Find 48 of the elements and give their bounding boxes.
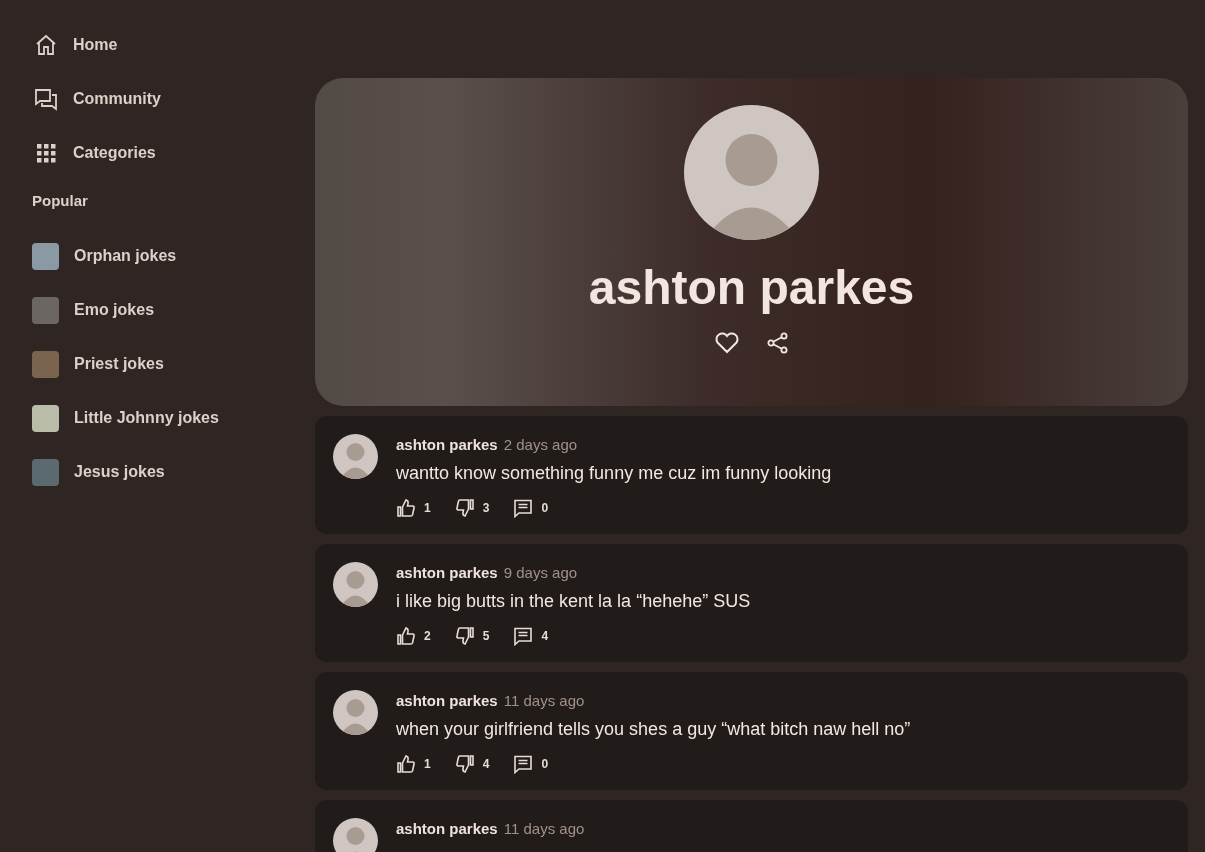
thumbs-up-icon [396, 754, 416, 774]
author-link[interactable]: ashton parkes [396, 564, 498, 581]
section-heading: Popular [32, 192, 89, 209]
comment-icon [513, 626, 534, 646]
profile-name: ashton parkes [588, 262, 915, 315]
thumbs-down-icon [454, 498, 475, 518]
post-text: when your girlfriend tells you shes a guy “what bitch naw hell no” [396, 719, 911, 740]
avatar-placeholder [333, 434, 378, 479]
category-link[interactable]: Priest jokes [32, 337, 315, 391]
home-icon [34, 33, 58, 57]
thumbs-up-icon [396, 626, 416, 646]
post-time: 11 days ago [503, 820, 585, 837]
category-link[interactable]: Emo jokes [32, 283, 315, 337]
dislike-button[interactable]: 5 [454, 626, 490, 646]
nav-link[interactable]: Community [32, 72, 315, 126]
like-button[interactable]: 2 [396, 626, 431, 646]
comment-button[interactable]: 4 [513, 626, 549, 646]
category-link[interactable]: Jesus jokes [32, 445, 315, 499]
dislike-button[interactable]: 4 [454, 754, 490, 774]
avatar-placeholder [333, 818, 378, 852]
author-link[interactable]: ashton parkes [396, 436, 498, 453]
share-icon[interactable] [765, 330, 790, 355]
thumbs-down-icon [454, 626, 475, 646]
post-time: 11 days ago [503, 692, 585, 709]
post-time: 2 days ago [503, 436, 578, 453]
thumbs-up-icon [396, 498, 416, 518]
heart-icon[interactable] [713, 330, 740, 355]
comment-icon [513, 754, 534, 774]
post-time: 9 days ago [503, 564, 578, 581]
comment-button[interactable]: 0 [513, 754, 549, 774]
grid-icon [34, 141, 58, 165]
dislike-button[interactable]: 3 [454, 498, 490, 518]
avatar-placeholder [333, 562, 378, 607]
author-link[interactable]: ashton parkes [396, 692, 498, 709]
comment-button[interactable]: 0 [513, 498, 549, 518]
post-text: i like big butts in the kent la la “hehehe” SUS [396, 591, 751, 612]
category-link[interactable]: Little Johnny jokes [32, 391, 315, 445]
like-button[interactable]: 1 [396, 754, 431, 774]
comment-icon [513, 498, 534, 518]
thumbs-down-icon [454, 754, 475, 774]
chat-bubbles-icon [34, 87, 58, 111]
post-text: wantto know something funny me cuz im funny looking [396, 463, 832, 484]
avatar-placeholder [333, 690, 378, 735]
like-button[interactable]: 1 [396, 498, 431, 518]
author-link[interactable]: ashton parkes [396, 820, 498, 837]
nav-link[interactable]: Categories [32, 126, 315, 180]
nav-link[interactable]: Home [32, 18, 315, 72]
category-link[interactable]: Orphan jokes [32, 229, 315, 283]
